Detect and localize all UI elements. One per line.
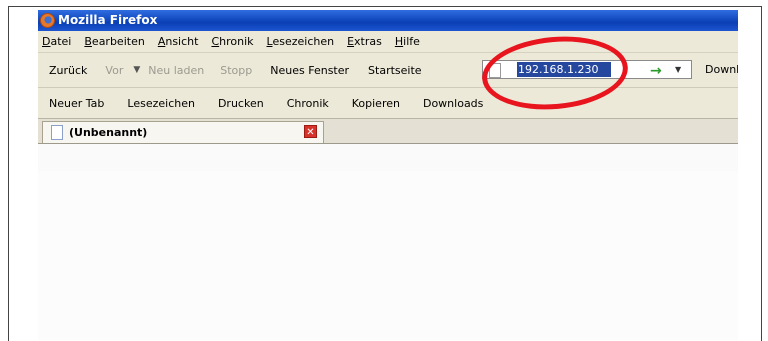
back-button[interactable]: Zurück (49, 64, 87, 77)
menu-bearbeiten[interactable]: Bearbeiten (84, 35, 144, 48)
menu-bar: Datei Bearbeiten Ansicht Chronik Lesezei… (38, 31, 738, 53)
tab-unbenannt[interactable]: (Unbenannt) ✕ (42, 121, 324, 143)
forward-button[interactable]: Vor (105, 64, 123, 77)
history-button[interactable]: Chronik (287, 97, 329, 110)
bookmarks-button[interactable]: Lesezeichen (127, 97, 195, 110)
menu-ansicht[interactable]: Ansicht (158, 35, 199, 48)
title-bar: Mozilla Firefox (38, 10, 738, 31)
go-arrow-icon[interactable]: → (650, 63, 662, 79)
downloads-button-truncated[interactable]: Downl (705, 63, 738, 76)
stop-button[interactable]: Stopp (220, 64, 252, 77)
menu-chronik[interactable]: Chronik (211, 35, 253, 48)
home-button[interactable]: Startseite (368, 64, 422, 77)
page-icon (489, 63, 501, 78)
url-input[interactable] (517, 62, 611, 77)
new-window-button[interactable]: Neues Fenster (270, 64, 349, 77)
window-title: Mozilla Firefox (58, 13, 158, 27)
navigation-toolbar: Zurück Vor ▼ Neu laden Stopp Neues Fenst… (38, 53, 738, 88)
chevron-down-icon[interactable]: ▼ (133, 65, 140, 75)
menu-extras[interactable]: Extras (347, 35, 382, 48)
menu-lesezeichen[interactable]: Lesezeichen (267, 35, 335, 48)
url-history-dropdown-icon[interactable]: ▼ (675, 65, 681, 74)
document-icon (51, 125, 63, 140)
menu-datei[interactable]: Datei (42, 35, 71, 48)
bookmarks-toolbar: Neuer Tab Lesezeichen Drucken Chronik Ko… (38, 88, 738, 119)
close-icon[interactable]: ✕ (304, 125, 317, 138)
firefox-icon (40, 13, 55, 28)
menu-hilfe[interactable]: Hilfe (395, 35, 420, 48)
page-content[interactable] (38, 171, 738, 340)
downloads-button[interactable]: Downloads (423, 97, 483, 110)
tab-title: (Unbenannt) (69, 126, 148, 139)
new-tab-button[interactable]: Neuer Tab (49, 97, 104, 110)
copy-button[interactable]: Kopieren (352, 97, 400, 110)
reload-button[interactable]: Neu laden (148, 64, 204, 77)
tab-strip: (Unbenannt) ✕ (38, 119, 738, 144)
print-button[interactable]: Drucken (218, 97, 264, 110)
browser-window: Mozilla Firefox Datei Bearbeiten Ansicht… (38, 10, 738, 340)
